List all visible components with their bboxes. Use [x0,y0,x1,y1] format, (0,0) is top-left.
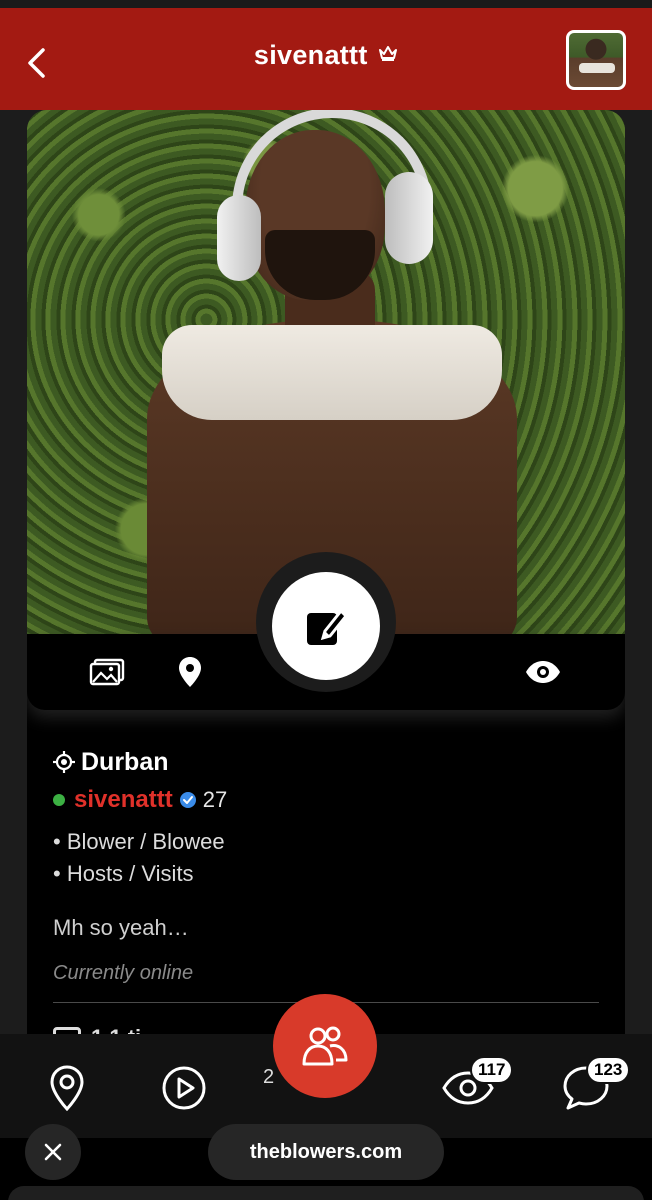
tag-list: • Blower / Blowee • Hosts / Visits [53,826,613,890]
tag-hosting: • Hosts / Visits [53,861,194,886]
photo-headphone-right [385,172,433,264]
verified-badge-icon [179,791,197,809]
map-pin-icon [50,1065,84,1111]
users-icon [302,1026,348,1066]
tag-role: • Blower / Blowee [53,829,225,854]
photo-headphone-left [217,195,261,281]
images-icon [89,658,125,686]
nav-people-button[interactable] [273,994,377,1098]
location-row: Durban [53,744,613,780]
edit-icon [307,608,347,645]
map-pin-icon [179,657,201,687]
location-button[interactable] [170,654,210,690]
crown-icon [378,44,398,67]
close-button[interactable] [25,1124,81,1180]
close-icon [44,1143,62,1161]
bio-text: Mh so yeah… [53,915,189,940]
url-bar[interactable]: theblowers.com [208,1124,444,1180]
nav-map-button[interactable] [41,1062,93,1114]
messages-count-badge: 123 [586,1056,631,1084]
location-label: Durban [81,747,169,776]
crosshair-icon [53,751,75,773]
play-circle-icon [162,1066,206,1110]
avatar[interactable] [566,30,626,90]
eye-icon [526,661,560,683]
bottom-sheet-edge [8,1186,644,1200]
username-row: sivenattt 27 [53,782,613,818]
edit-profile-button[interactable] [272,572,380,680]
nav-video-button[interactable] [158,1062,210,1114]
gallery-button[interactable] [87,654,127,690]
profile-info: Durban sivenattt 27 • Blower / Blowee • … [53,744,613,988]
photo-figure-shirt [162,325,502,420]
views-count-badge: 117 [470,1056,514,1084]
online-indicator [53,794,65,806]
avatar-image-detail [579,63,615,73]
header-title-wrap: sivenattt [0,40,652,71]
views-button[interactable] [523,654,563,690]
status-strip [0,0,652,8]
online-status: Currently online [53,962,194,984]
page-title: sivenattt [253,40,368,70]
username: sivenattt [74,786,173,813]
age: 27 [202,787,228,812]
nav-hidden-count: 2 [263,1066,275,1088]
